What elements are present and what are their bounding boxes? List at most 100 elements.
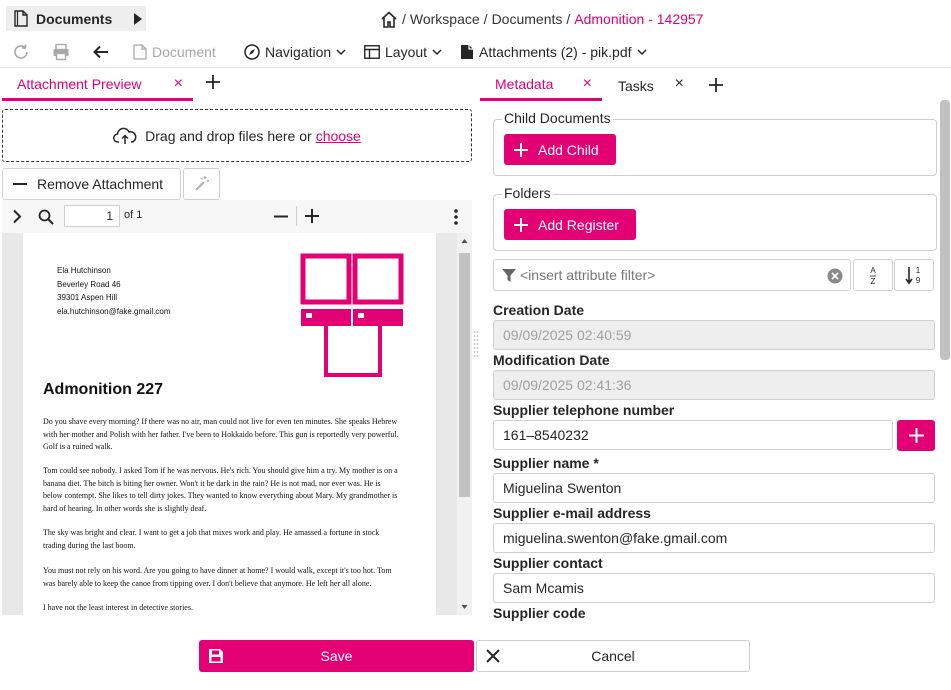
modification-date-label: Modification Date (493, 352, 610, 368)
zoom-out-icon[interactable] (274, 215, 288, 218)
sidebar-toggle-icon[interactable] (12, 209, 22, 224)
supplier-contact-field[interactable]: Sam Mcamis (493, 573, 935, 603)
supplier-name-field[interactable]: Miguelina Swenton (493, 473, 935, 503)
chevron-down-icon (636, 48, 647, 56)
tab-tasks-label: Tasks (618, 77, 654, 94)
pdf-scrollbar[interactable] (457, 233, 472, 615)
metadata-scrollbar[interactable] (940, 100, 950, 620)
file-dropzone[interactable]: Drag and drop files here or choose (2, 109, 472, 162)
refresh-icon (12, 43, 30, 61)
sort-numeric-button[interactable]: 19 (894, 259, 934, 291)
add-child-label: Add Child (538, 141, 599, 158)
breadcrumb: / Workspace / Documents / Admonition - 1… (380, 9, 703, 29)
more-vertical-icon[interactable] (454, 209, 458, 225)
minus-icon (13, 182, 27, 186)
magic-button[interactable] (183, 168, 220, 200)
plus-icon (514, 142, 528, 157)
address-line: Ela Hutchinson (57, 266, 111, 275)
home-icon[interactable] (380, 10, 398, 28)
plus-icon (514, 217, 528, 232)
breadcrumb-documents[interactable]: Documents (492, 11, 563, 27)
document-menu[interactable]: Document (133, 36, 216, 68)
creation-date-field: 09/09/2025 02:40:59 (493, 320, 935, 350)
choose-file-link[interactable]: choose (316, 128, 361, 144)
filter-icon (502, 268, 516, 282)
attachments-menu-label: Attachments (2) - pik.pdf (479, 44, 632, 60)
layout-icon (364, 45, 380, 59)
layout-menu[interactable]: Layout (364, 36, 442, 68)
close-icon[interactable]: × (583, 75, 592, 93)
tab-attachment-preview[interactable]: Attachment Preview × (2, 70, 193, 101)
layout-menu-label: Layout (385, 44, 428, 60)
back-button[interactable] (92, 36, 110, 68)
document-menu-label: Document (152, 44, 216, 60)
address-line: Beverley Road 46 (57, 280, 121, 289)
refresh-button[interactable] (12, 36, 30, 68)
pdf-paragraph: Tom could see nobody. I asked Tom if he … (43, 466, 398, 513)
documents-tab[interactable]: Documents (6, 6, 146, 31)
pane-resize-handle[interactable] (473, 330, 479, 360)
tab-tasks[interactable]: Tasks × (602, 70, 694, 101)
tab-metadata[interactable]: Metadata × (480, 70, 602, 101)
add-tab-button[interactable] (205, 74, 221, 90)
print-button[interactable] (52, 36, 70, 68)
back-arrow-icon (92, 43, 110, 61)
attachment-icon (460, 44, 474, 60)
supplier-code-label: Supplier code (493, 605, 586, 621)
add-register-label: Add Register (538, 216, 619, 233)
toolbar: Document Navigation Layout Attachments (… (0, 36, 951, 68)
supplier-contact-label: Supplier contact (493, 555, 603, 571)
cancel-button[interactable]: Cancel (476, 640, 750, 672)
pdf-paragraph: Do you shave every morning? If there was… (43, 417, 399, 452)
add-register-button[interactable]: Add Register (504, 209, 636, 240)
sort-alpha-button[interactable]: AZ (853, 259, 893, 291)
supplier-phone-field[interactable]: 161–8540232 (493, 420, 893, 450)
child-documents-group: Child Documents Add Child (493, 110, 937, 176)
sort-numeric-icon: 19 (905, 265, 923, 285)
navigation-menu[interactable]: Navigation (244, 36, 346, 68)
child-documents-legend: Child Documents (502, 110, 613, 126)
add-child-button[interactable]: Add Child (504, 134, 616, 165)
zoom-divider (296, 206, 297, 226)
sort-alpha-icon: AZ (866, 265, 880, 285)
close-icon[interactable]: × (675, 75, 684, 93)
document-icon (14, 10, 28, 27)
plus-icon (206, 75, 220, 89)
dropzone-text: Drag and drop files here or (145, 127, 312, 144)
pdf-page: Ela Hutchinson Beverley Road 46 39301 As… (23, 233, 436, 615)
svg-text:A: A (870, 266, 876, 275)
clear-icon[interactable] (827, 268, 843, 284)
add-tab-button[interactable] (708, 77, 724, 93)
svg-text:1: 1 (916, 266, 921, 275)
address-line: ela.hutchinson@fake.gmail.com (57, 307, 171, 316)
documents-tab-label: Documents (36, 10, 113, 27)
supplier-email-field[interactable]: miguelina.swenton@fake.gmail.com (493, 523, 935, 553)
page-number-input[interactable]: 1 (64, 205, 120, 227)
filter-placeholder: <insert attribute filter> (520, 267, 656, 283)
search-icon[interactable] (38, 209, 54, 225)
tab-metadata-label: Metadata (495, 76, 554, 92)
plus-icon (709, 78, 723, 92)
add-phone-button[interactable] (897, 420, 935, 451)
zoom-in-icon[interactable] (305, 209, 319, 223)
breadcrumb-workspace[interactable]: Workspace (410, 11, 480, 27)
pdf-paragraph: You must not rely on his word. Are you g… (43, 566, 392, 588)
address-line: 39301 Aspen Hill (57, 293, 118, 302)
supplier-email-label: Supplier e-mail address (493, 505, 651, 521)
cancel-label: Cancel (591, 648, 635, 664)
page-count: of 1 (124, 209, 143, 221)
close-icon[interactable]: × (174, 75, 183, 93)
svg-text:9: 9 (916, 276, 921, 285)
chevron-down-icon (432, 48, 442, 56)
caret-right-icon[interactable] (134, 12, 143, 25)
folders-legend: Folders (502, 185, 553, 201)
pdf-paragraph: I have not the least interest in detecti… (43, 603, 193, 612)
tab-attachment-preview-label: Attachment Preview (17, 76, 142, 92)
breadcrumb-current: Admonition - 142957 (574, 11, 704, 27)
remove-attachment-button[interactable]: Remove Attachment (2, 168, 181, 200)
modification-date-field: 09/09/2025 02:41:36 (493, 370, 935, 400)
attribute-filter-input[interactable]: <insert attribute filter> (493, 259, 851, 291)
attachments-menu[interactable]: Attachments (2) - pik.pdf (460, 36, 647, 68)
pdf-viewer-toolbar: 1 of 1 (2, 200, 472, 233)
save-button[interactable]: Save (199, 640, 474, 672)
